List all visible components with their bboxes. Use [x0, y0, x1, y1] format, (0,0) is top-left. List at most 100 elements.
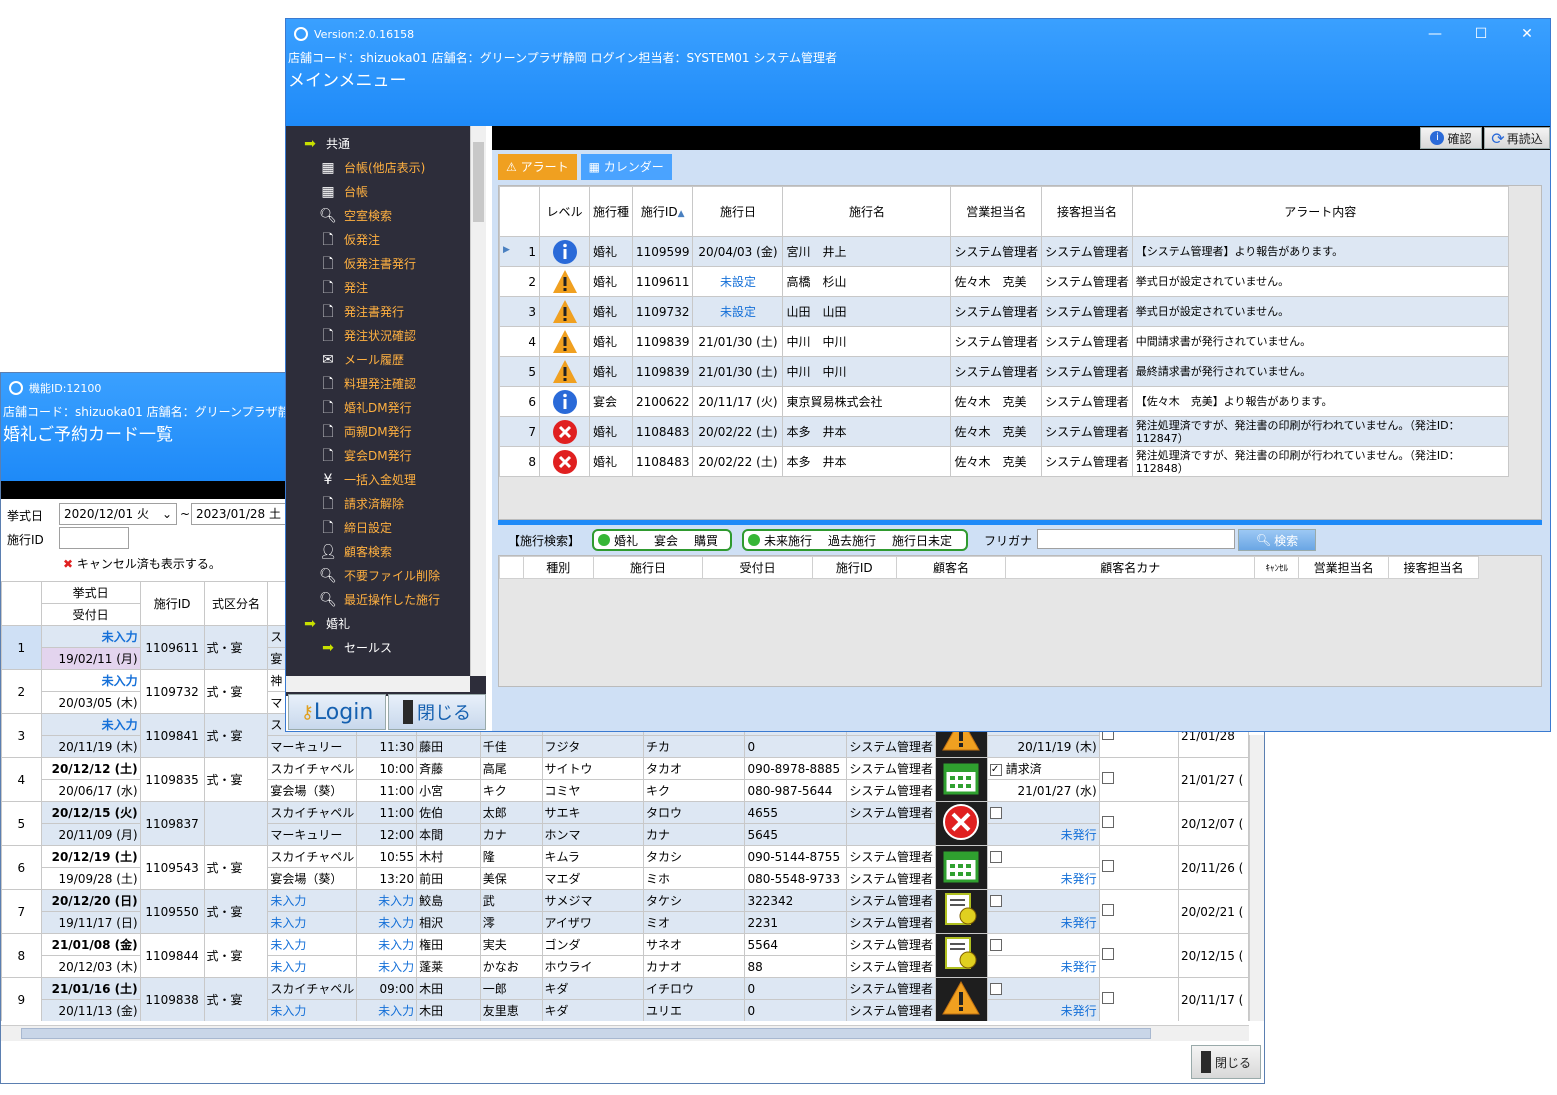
table-row[interactable]: 4 20/12/12 (土) 1109835 式・宴 スカイチャペル 10:00 斉…	[1, 757, 1249, 802]
table-row[interactable]: 8 婚礼 1108483 20/02/22 (土) 本多 井本 佐々木 克美 シ…	[499, 446, 1509, 477]
flag-checkbox[interactable]	[1098, 933, 1179, 978]
invoice-status[interactable]	[986, 889, 1100, 912]
flag-checkbox[interactable]	[1098, 977, 1179, 1021]
col-header-id[interactable]: 施行ID	[139, 581, 205, 626]
maximize-icon[interactable]: ☐	[1458, 19, 1504, 49]
table-row[interactable]: 4 婚礼 1109839 21/01/30 (土) 中川 中川 システム管理者 …	[499, 326, 1509, 357]
flag-checkbox[interactable]	[1098, 845, 1179, 890]
table-row[interactable]: 7 20/12/20 (日) 1109550 式・宴 未入力 未入力 鮫島武サメジマ…	[1, 889, 1249, 934]
col-header-recv[interactable]: 受付日	[40, 603, 141, 626]
toggle-banquet[interactable]: 宴会	[646, 532, 686, 549]
checkbox-icon[interactable]	[989, 851, 1002, 863]
checkbox-icon[interactable]	[989, 807, 1002, 819]
close-icon[interactable]: ✕	[1504, 19, 1550, 49]
menu-item[interactable]: 🗋 請求済解除	[286, 492, 486, 516]
checkbox-icon[interactable]	[989, 983, 1002, 995]
toggle-undetermined[interactable]: 施行日未定	[884, 532, 960, 549]
checkbox-icon[interactable]	[1101, 816, 1114, 828]
checkbox-icon[interactable]: ✓	[989, 763, 1002, 776]
flag-checkbox[interactable]	[1098, 889, 1179, 934]
menu-item[interactable]: 🔍︎ 不要ファイル削除	[286, 564, 486, 588]
menu-vscroll[interactable]	[470, 126, 486, 676]
checkbox-icon[interactable]	[989, 939, 1002, 951]
toggle-purchase[interactable]: 購買	[686, 532, 726, 549]
invoice-status[interactable]	[986, 801, 1100, 824]
search-col-header[interactable]: 施行ID	[811, 556, 897, 579]
table-row[interactable]: 6 宴会 2100622 20/11/17 (火) 東京貿易株式会社 佐々木 克…	[499, 386, 1509, 417]
checkbox-icon[interactable]	[1101, 772, 1114, 784]
checkbox-icon[interactable]	[1101, 860, 1114, 872]
col-header-type[interactable]: 式区分名	[203, 581, 269, 626]
table-row[interactable]: 5 20/12/15 (火) 1109837 スカイチャペル 11:00 佐伯 太郎サ…	[1, 801, 1249, 846]
flag-checkbox[interactable]	[1098, 757, 1179, 802]
menu-item[interactable]: 🗋 婚礼DM発行	[286, 396, 486, 420]
alert-col-name[interactable]: 施行名	[782, 186, 952, 237]
search-col-header[interactable]: 接客担当名	[1388, 556, 1479, 579]
menu-item[interactable]: 🗋 発注	[286, 276, 486, 300]
menu-hscroll[interactable]	[286, 676, 470, 692]
id-input[interactable]	[59, 527, 129, 549]
menu-item[interactable]: 🔍︎ 空室検索	[286, 204, 486, 228]
table-row[interactable]: 5 婚礼 1109839 21/01/30 (土) 中川 中川 システム管理者 …	[499, 356, 1509, 387]
col-header-date[interactable]: 挙式日	[40, 581, 141, 604]
invoice-status[interactable]: ✓ 請求済	[986, 757, 1100, 780]
alert-col-id[interactable]: 施行ID▲	[632, 186, 694, 237]
menu-item[interactable]: ▦ 台帳(他店表示)	[286, 156, 486, 180]
search-button[interactable]: 🔍︎ 検索	[1238, 529, 1316, 551]
alert-col-level[interactable]: レベル	[539, 186, 590, 237]
search-type-toggle[interactable]: 婚礼 宴会 購買	[592, 529, 732, 551]
confirm-button[interactable]: i 確認	[1420, 127, 1482, 149]
menu-item[interactable]: 🗋 仮発注書発行	[286, 252, 486, 276]
splitter[interactable]	[498, 520, 1542, 525]
alert-col-content[interactable]: アラート内容	[1131, 186, 1509, 237]
checkbox-icon[interactable]	[1101, 904, 1114, 916]
table-row[interactable]: 2 婚礼 1109611 未設定 高橋 杉山 佐々木 克美 システム管理者 挙式…	[499, 266, 1509, 297]
menu-item[interactable]: ¥ 一括入金処理	[286, 468, 486, 492]
menu-item[interactable]: 🗋 両親DM発行	[286, 420, 486, 444]
invoice-status[interactable]	[986, 845, 1100, 868]
alert-col-sales[interactable]: 営業担当名	[950, 186, 1043, 237]
back-horizontal-scrollbar[interactable]	[1, 1025, 1249, 1041]
flag-checkbox[interactable]	[1098, 801, 1179, 846]
table-row[interactable]: 8 21/01/08 (金) 1109844 式・宴 未入力 未入力 権田 実夫 ゴンダ…	[1, 933, 1249, 978]
login-button[interactable]: ⚷ Login	[288, 694, 386, 730]
date-to-picker[interactable]: 2023/01/28 土	[191, 503, 287, 525]
checkbox-icon[interactable]	[1101, 992, 1114, 1004]
cancel-checkbox[interactable]: ✖ キャンセル済も表示する。	[63, 555, 221, 572]
checkbox-icon[interactable]	[989, 895, 1002, 907]
search-col-header[interactable]: 顧客名	[895, 556, 1007, 579]
search-col-header[interactable]: 顧客名カナ	[1005, 556, 1256, 579]
search-col-header[interactable]: ｷｬﾝｾﾙ	[1254, 556, 1300, 579]
search-col-header[interactable]: 営業担当名	[1298, 556, 1390, 579]
toggle-past[interactable]: 過去施行	[820, 532, 884, 549]
search-period-toggle[interactable]: 未来施行 過去施行 施行日未定	[742, 529, 968, 551]
menu-item[interactable]: 🗋 料理発注確認	[286, 372, 486, 396]
table-row[interactable]: 6 20/12/19 (土) 1109543 式・宴 スカイチャペル 10:55 木…	[1, 845, 1249, 890]
tab-calendar[interactable]: ▦ カレンダー	[580, 154, 672, 180]
search-col-header[interactable]: 受付日	[702, 556, 813, 579]
reload-button[interactable]: ⟳ 再読込	[1484, 127, 1550, 149]
alert-col-type[interactable]: 施行種	[588, 186, 634, 237]
toggle-future[interactable]: 未来施行	[756, 532, 820, 549]
menu-item[interactable]: 🗋 締日設定	[286, 516, 486, 540]
back-close-button[interactable]: 閉じる	[1191, 1045, 1261, 1079]
table-row[interactable]: 7 婚礼 1108483 20/02/22 (土) 本多 井本 佐々木 克美 シ…	[499, 416, 1509, 447]
search-col-header[interactable]: 施行日	[592, 556, 704, 579]
table-row[interactable]: ▶ 1 婚礼 1109599 20/04/03 (金) 宮川 井上 システム管理者…	[499, 236, 1509, 267]
table-row[interactable]: 9 21/01/16 (土) 1109838 式・宴 スカイチャペル 09:00 木…	[1, 977, 1249, 1021]
menu-item[interactable]: 🔍︎ 最近操作した施行	[286, 588, 486, 612]
menu-item[interactable]: 👤︎ 顧客検索	[286, 540, 486, 564]
alert-col-date[interactable]: 施行日	[692, 186, 784, 237]
menu-item[interactable]: ▦ 台帳	[286, 180, 486, 204]
minimize-icon[interactable]: —	[1412, 19, 1458, 49]
menu-item[interactable]: ➡ 婚礼	[286, 612, 486, 636]
date-from-picker[interactable]: 2020/12/01 火 ⌄	[59, 503, 177, 525]
table-row[interactable]: 3 婚礼 1109732 未設定 山田 山田 システム管理者 システム管理者 挙…	[499, 296, 1509, 327]
tab-alert[interactable]: ⚠ アラート	[498, 154, 577, 180]
alert-col-reception[interactable]: 接客担当名	[1041, 186, 1133, 237]
scroll-thumb[interactable]	[21, 1028, 1151, 1039]
menu-item[interactable]: ➡ 共通	[286, 132, 486, 156]
front-close-button[interactable]: 閉じる	[388, 694, 486, 730]
furigana-input[interactable]	[1037, 529, 1235, 549]
invoice-status[interactable]	[986, 977, 1100, 1000]
